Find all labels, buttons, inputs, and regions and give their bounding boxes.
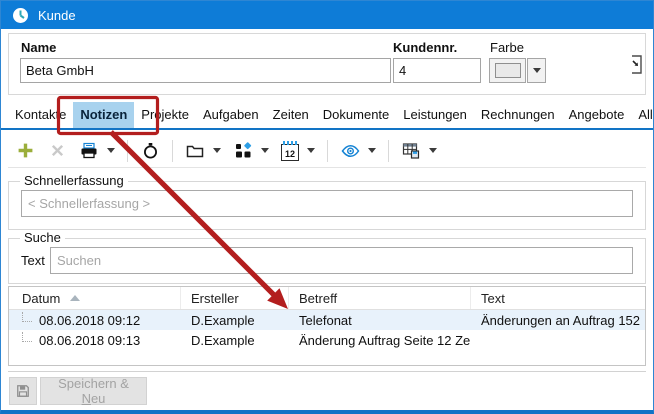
tab-dokumente[interactable]: Dokumente bbox=[316, 102, 396, 128]
color-swatch bbox=[495, 63, 521, 78]
tab-angebote[interactable]: Angebote bbox=[562, 102, 632, 128]
name-input[interactable] bbox=[20, 58, 391, 83]
kunde-window: Kunde Name Kundennr. Farbe Kontakte Noti… bbox=[0, 0, 654, 414]
tree-node-connector bbox=[22, 312, 32, 322]
view-dropdown-icon[interactable] bbox=[368, 148, 376, 153]
delete-note-icon[interactable] bbox=[47, 141, 67, 161]
column-header-text[interactable]: Text bbox=[471, 287, 645, 309]
color-swatch-button[interactable] bbox=[489, 58, 526, 83]
add-note-icon[interactable] bbox=[15, 141, 35, 161]
calendar-icon[interactable]: 12 bbox=[281, 144, 299, 161]
save-disk-icon bbox=[16, 383, 30, 399]
view-eye-icon[interactable] bbox=[340, 141, 360, 161]
group-view-icon[interactable] bbox=[233, 141, 253, 161]
save-and-new-button[interactable]: Speichern & Neu bbox=[40, 377, 147, 405]
group-dropdown-icon[interactable] bbox=[261, 148, 269, 153]
tab-kontakte[interactable]: Kontakte bbox=[8, 102, 73, 128]
cell-ersteller: D.Example bbox=[181, 310, 289, 330]
sort-ascending-icon bbox=[70, 295, 80, 301]
toolbar-separator bbox=[388, 140, 389, 162]
notes-table: Datum Ersteller Betreff Text 08.06.2018 … bbox=[8, 286, 646, 366]
anchor-indicator-icon bbox=[631, 53, 645, 79]
tab-strip: Kontakte Notizen Projekte Aufgaben Zeite… bbox=[8, 102, 654, 128]
search-input[interactable] bbox=[50, 247, 633, 274]
print-dropdown-icon[interactable] bbox=[107, 148, 115, 153]
tab-allgemein[interactable]: Allgemein bbox=[631, 102, 654, 128]
calendar-dropdown-icon[interactable] bbox=[307, 148, 315, 153]
column-header-ersteller[interactable]: Ersteller bbox=[181, 287, 289, 309]
color-dropdown-button[interactable] bbox=[527, 58, 546, 83]
cell-betreff: Telefonat bbox=[289, 310, 471, 330]
search-group: Suche Text bbox=[8, 238, 646, 284]
toolbar-separator bbox=[127, 140, 128, 162]
table-header-row: Datum Ersteller Betreff Text bbox=[9, 287, 645, 310]
column-header-betreff[interactable]: Betreff bbox=[289, 287, 471, 309]
tab-notizen[interactable]: Notizen bbox=[73, 102, 134, 128]
window-title: Kunde bbox=[38, 8, 76, 23]
tab-leistungen[interactable]: Leistungen bbox=[396, 102, 474, 128]
cell-text bbox=[471, 330, 645, 350]
notes-toolbar: 12 bbox=[8, 134, 646, 168]
tab-projekte[interactable]: Projekte bbox=[134, 102, 196, 128]
toolbar-separator bbox=[327, 140, 328, 162]
cell-datum: 08.06.2018 09:13 bbox=[9, 330, 181, 350]
cell-betreff: Änderung Auftrag Seite 12 Zeile 7 bbox=[289, 330, 471, 350]
quick-entry-input[interactable] bbox=[21, 190, 633, 217]
print-icon[interactable] bbox=[79, 141, 99, 161]
tab-zeiten[interactable]: Zeiten bbox=[266, 102, 316, 128]
toolbar-separator bbox=[172, 140, 173, 162]
tab-rechnungen[interactable]: Rechnungen bbox=[474, 102, 562, 128]
save-button[interactable] bbox=[9, 377, 37, 405]
name-label: Name bbox=[21, 40, 56, 55]
timer-icon[interactable] bbox=[140, 141, 160, 161]
column-header-datum[interactable]: Datum bbox=[9, 287, 181, 309]
farbe-label: Farbe bbox=[490, 40, 524, 55]
search-group-label: Suche bbox=[20, 230, 65, 245]
folder-dropdown-icon[interactable] bbox=[213, 148, 221, 153]
kundennr-input[interactable] bbox=[393, 58, 481, 83]
calendar-rings bbox=[283, 141, 297, 145]
kundennr-label: Kundennr. bbox=[393, 40, 457, 55]
footer-divider bbox=[8, 371, 646, 372]
tab-aufgaben[interactable]: Aufgaben bbox=[196, 102, 266, 128]
quick-entry-group-label: Schnellerfassung bbox=[20, 173, 128, 188]
cell-ersteller: D.Example bbox=[181, 330, 289, 350]
calendar-day-number: 12 bbox=[282, 149, 298, 160]
chevron-down-icon bbox=[533, 68, 541, 73]
cell-datum: 08.06.2018 09:12 bbox=[9, 310, 181, 330]
clock-app-icon bbox=[10, 5, 30, 25]
folder-icon[interactable] bbox=[185, 141, 205, 161]
quick-entry-group: Schnellerfassung bbox=[8, 181, 646, 230]
titlebar: Kunde bbox=[1, 1, 653, 29]
active-tab-underline bbox=[1, 128, 653, 130]
cell-text: Änderungen an Auftrag 152 bbox=[471, 310, 645, 330]
export-dropdown-icon[interactable] bbox=[429, 148, 437, 153]
table-row[interactable]: 08.06.2018 09:13 D.Example Änderung Auft… bbox=[9, 330, 645, 350]
tree-node-connector bbox=[22, 332, 32, 342]
table-row[interactable]: 08.06.2018 09:12 D.Example Telefonat Änd… bbox=[9, 310, 645, 330]
export-table-icon[interactable] bbox=[401, 141, 421, 161]
search-text-label: Text bbox=[21, 253, 45, 268]
